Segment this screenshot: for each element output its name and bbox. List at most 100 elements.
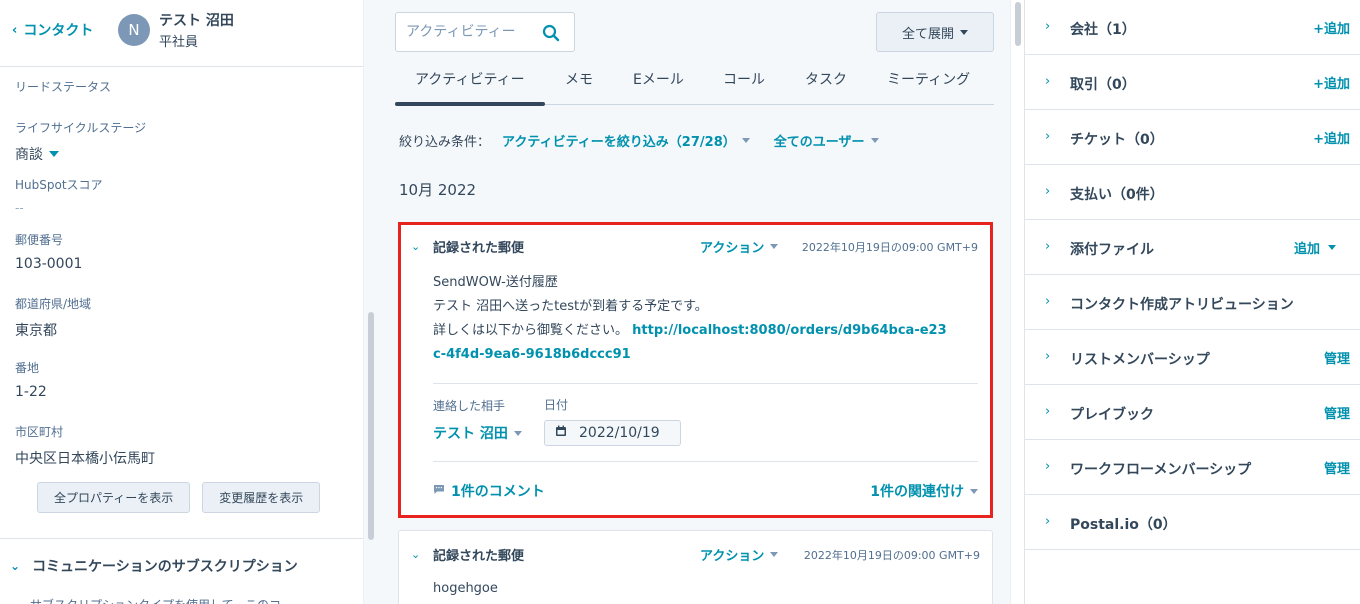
- sidebar-item-attribution[interactable]: › コンタクト作成アトリビューション: [1025, 275, 1360, 330]
- card-body: SendWOW-送付履歴 テスト 沼田へ送ったtestが到着する予定です。 詳し…: [433, 271, 953, 367]
- chevron-right-icon: ›: [1045, 74, 1051, 89]
- sidebar-item-label: チケット（0）: [1070, 132, 1164, 148]
- card-timestamp: 2022年10月19日の09:00 GMT+9: [801, 241, 978, 254]
- sidebar-item-tickets[interactable]: › チケット（0） +追加: [1025, 110, 1360, 165]
- property-value: 中央区日本橋小伝馬町: [15, 451, 155, 467]
- scrollbar-thumb[interactable]: [1015, 2, 1021, 46]
- chevron-right-icon: ›: [1045, 514, 1051, 529]
- tab-calls[interactable]: コール: [723, 69, 765, 89]
- filter-row: 絞り込み条件： アクティビティーを絞り込み（27/28） 全てのユーザー: [399, 131, 903, 150]
- add-company-button[interactable]: +追加: [1313, 18, 1350, 37]
- chevron-down-icon[interactable]: ⌄: [411, 240, 420, 253]
- manage-workflows-button[interactable]: 管理: [1324, 458, 1350, 477]
- expand-all-button[interactable]: 全て展開: [876, 12, 994, 52]
- contact-name: テスト 沼田: [159, 13, 234, 29]
- activity-card: ⌄ 記録された郵便 アクション 2022年10月19日の09:00 GMT+9 …: [398, 530, 993, 604]
- scrollbar-thumb[interactable]: [368, 312, 374, 540]
- filter-users-dropdown[interactable]: 全てのユーザー: [774, 131, 879, 150]
- property-label: ライフサイクルステージ: [15, 121, 147, 135]
- property-label: 郵便番号: [15, 233, 64, 247]
- property-lifecycle-stage[interactable]: ライフサイクルステージ 商談: [15, 119, 146, 164]
- calendar-icon: [555, 425, 567, 441]
- sidebar-item-list-membership[interactable]: › リストメンバーシップ 管理: [1025, 330, 1360, 385]
- date-value: 2022/10/19: [579, 425, 660, 441]
- sidebar-item-playbooks[interactable]: › プレイブック 管理: [1025, 385, 1360, 440]
- property-label: 都道府県/地域: [15, 297, 92, 311]
- property-label: HubSpotスコア: [15, 178, 103, 192]
- add-ticket-button[interactable]: +追加: [1313, 128, 1350, 147]
- back-to-contacts-link[interactable]: ‹ コンタクト: [12, 20, 93, 40]
- sidebar-item-attachments[interactable]: › 添付ファイル 追加: [1025, 220, 1360, 275]
- chevron-right-icon: ›: [1045, 239, 1051, 254]
- property-label: リードステータス: [15, 80, 112, 94]
- property-value[interactable]: 商談: [15, 144, 146, 164]
- activity-tabs: アクティビティー メモ Eメール コール タスク ミーティング: [395, 60, 994, 106]
- sidebar-item-label: 取引（0）: [1070, 77, 1136, 93]
- contact-sidebar: ‹ コンタクト N テスト 沼田 平社員 リードステータス ライフサイクルステー…: [0, 0, 363, 604]
- tab-email[interactable]: Eメール: [633, 69, 684, 89]
- caret-down-icon: [870, 138, 879, 143]
- property-buttons: 全プロパティーを表示 変更履歴を表示: [37, 482, 321, 513]
- property-lead-status[interactable]: リードステータス: [15, 78, 111, 95]
- chevron-right-icon: ›: [1045, 184, 1051, 199]
- sidebar-item-label: Postal.io（0）: [1070, 517, 1177, 533]
- sidebar-item-label: 会社（1）: [1070, 22, 1136, 38]
- card-line: 詳しくは以下から御覧ください。 http://localhost:8080/or…: [433, 319, 953, 367]
- associations-dropdown[interactable]: 1件の関連付け: [870, 481, 978, 501]
- property-hubspot-score[interactable]: HubSpotスコア --: [15, 176, 103, 215]
- add-attachment-dropdown[interactable]: 追加: [1294, 238, 1336, 257]
- contacted-dropdown[interactable]: テスト 沼田: [433, 423, 522, 443]
- property-address[interactable]: 番地 1-22: [15, 359, 47, 400]
- add-deal-button[interactable]: +追加: [1313, 73, 1350, 92]
- divider: [433, 461, 978, 462]
- sidebar-item-workflow-membership[interactable]: › ワークフローメンバーシップ 管理: [1025, 440, 1360, 495]
- activity-search-box[interactable]: [395, 12, 575, 52]
- property-city[interactable]: 市区町村 中央区日本橋小伝馬町: [15, 423, 155, 468]
- date-label: 日付: [544, 398, 569, 412]
- card-title: 記録された郵便: [433, 549, 525, 564]
- tab-activity[interactable]: アクティビティー: [415, 69, 525, 89]
- sidebar-item-deals[interactable]: › 取引（0） +追加: [1025, 55, 1360, 110]
- subscription-section-toggle[interactable]: ⌄ コミュニケーションのサブスクリプション: [10, 556, 298, 576]
- sidebar-item-label: 支払い（0件）: [1070, 187, 1164, 203]
- filter-activity-dropdown[interactable]: アクティビティーを絞り込み（27/28）: [502, 131, 750, 150]
- sidebar-item-postal-io[interactable]: › Postal.io（0）: [1025, 495, 1360, 550]
- date-field[interactable]: 2022/10/19: [544, 420, 681, 446]
- caret-down-icon: [960, 29, 968, 35]
- filter-label: 絞り込み条件：: [399, 135, 491, 150]
- view-all-properties-button[interactable]: 全プロパティーを表示: [37, 482, 191, 513]
- card-timestamp: 2022年10月19日の09:00 GMT+9: [803, 549, 980, 562]
- manage-playbooks-button[interactable]: 管理: [1324, 403, 1350, 422]
- subscription-description: サブスクリプションタイプを使用して、このコ: [30, 596, 281, 604]
- card-header[interactable]: ⌄ 記録された郵便 アクション 2022年10月19日の09:00 GMT+9: [411, 545, 980, 565]
- sidebar-item-payments[interactable]: › 支払い（0件）: [1025, 165, 1360, 220]
- left-scrollbar[interactable]: [363, 0, 377, 604]
- tab-tasks[interactable]: タスク: [805, 69, 847, 89]
- caret-down-icon: [1328, 245, 1336, 250]
- card-line: hogehgoe: [433, 581, 498, 596]
- view-history-button[interactable]: 変更履歴を表示: [202, 482, 321, 513]
- property-value: --: [15, 201, 24, 215]
- center-scrollbar[interactable]: [1010, 0, 1025, 604]
- back-link-label: コンタクト: [23, 23, 94, 39]
- activity-search-input[interactable]: [406, 24, 532, 40]
- search-icon[interactable]: [542, 24, 560, 42]
- tab-meetings[interactable]: ミーティング: [887, 69, 970, 89]
- card-header[interactable]: ⌄ 記録された郵便 アクション 2022年10月19日の09:00 GMT+9: [411, 237, 978, 257]
- sidebar-item-companies[interactable]: › 会社（1） +追加: [1025, 0, 1360, 55]
- card-action-dropdown[interactable]: アクション: [700, 237, 779, 256]
- chevron-right-icon: ›: [1045, 404, 1051, 419]
- filter-activity-label: アクティビティーを絞り込み（27/28）: [502, 135, 736, 150]
- property-value: 東京都: [15, 323, 57, 339]
- caret-down-icon: [970, 488, 978, 494]
- chevron-right-icon: ›: [1045, 19, 1051, 34]
- avatar: N: [118, 14, 150, 46]
- property-postal-code[interactable]: 郵便番号 103-0001: [15, 231, 82, 272]
- tab-notes[interactable]: メモ: [565, 69, 593, 89]
- manage-lists-button[interactable]: 管理: [1324, 348, 1350, 367]
- comments-link[interactable]: 1件のコメント: [433, 481, 545, 501]
- chevron-down-icon[interactable]: ⌄: [411, 548, 420, 561]
- sidebar-item-label: リストメンバーシップ: [1070, 352, 1210, 368]
- property-prefecture[interactable]: 都道府県/地域 東京都: [15, 295, 91, 340]
- card-action-dropdown[interactable]: アクション: [700, 545, 779, 564]
